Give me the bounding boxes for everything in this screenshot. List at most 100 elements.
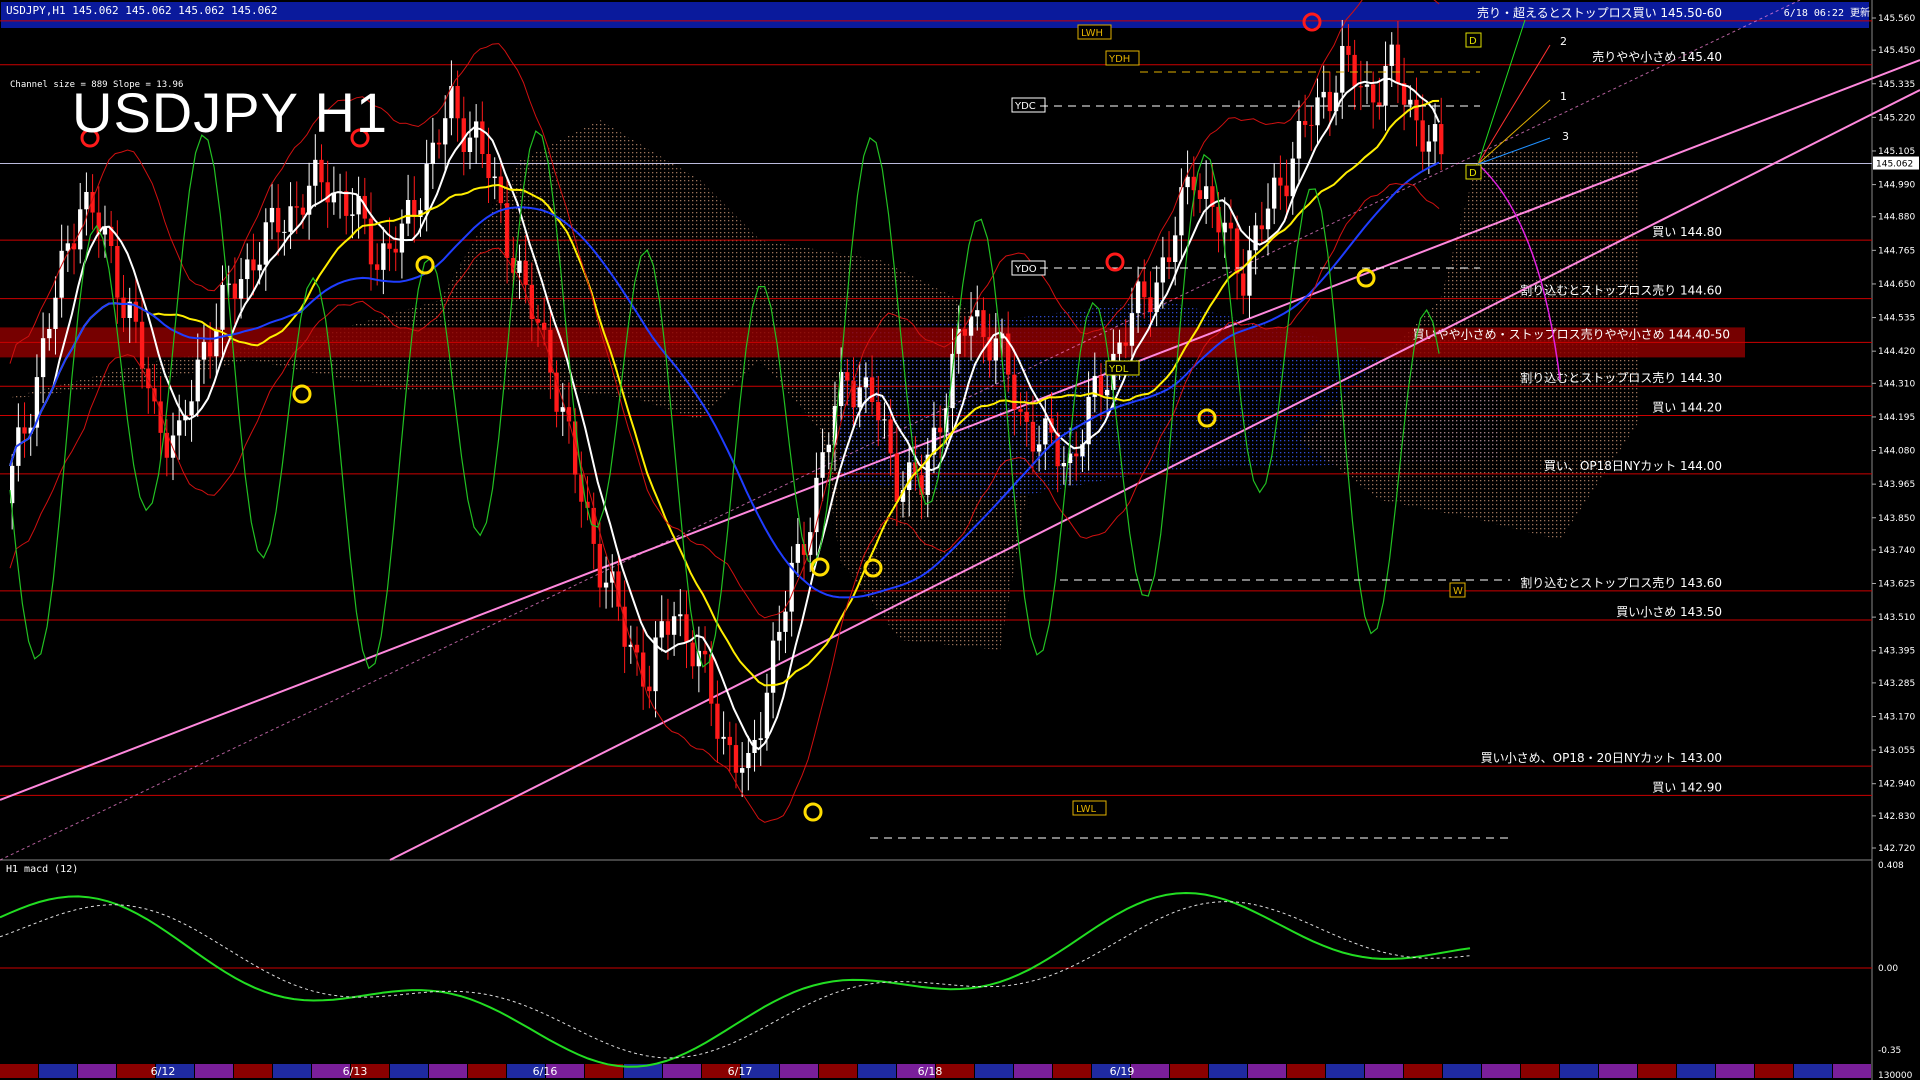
candle-bear bbox=[1234, 228, 1240, 274]
macd-tick-label: -0.35 bbox=[1878, 1046, 1901, 1056]
candle-bear bbox=[1395, 44, 1401, 84]
date-strip-segment bbox=[819, 1064, 857, 1078]
y-tick-label: 144.765 bbox=[1878, 246, 1915, 256]
y-tick-label: 145.560 bbox=[1878, 14, 1915, 24]
candle-bear bbox=[319, 159, 324, 183]
candle-bull bbox=[1296, 121, 1302, 159]
candle-bull bbox=[820, 452, 825, 478]
candle-bull bbox=[430, 142, 436, 165]
candle-bull bbox=[53, 297, 58, 329]
candle-bull bbox=[857, 387, 862, 408]
candle-bull bbox=[882, 419, 887, 421]
candle-bull bbox=[1203, 186, 1209, 199]
y-tick-label: 144.650 bbox=[1878, 280, 1915, 290]
candle-bear bbox=[1420, 120, 1425, 152]
candle-bear bbox=[486, 154, 491, 179]
candle-bear bbox=[1346, 45, 1351, 55]
candle-bear bbox=[523, 260, 528, 285]
candle-bear bbox=[981, 310, 986, 338]
candle-bear bbox=[579, 474, 584, 502]
date-strip-segment bbox=[1560, 1064, 1598, 1078]
date-strip-segment bbox=[468, 1064, 506, 1078]
candle-bull bbox=[443, 118, 448, 145]
candle-bear bbox=[1278, 177, 1283, 186]
candle-bull bbox=[560, 407, 565, 412]
candle-bear bbox=[888, 419, 893, 454]
candle-bear bbox=[1024, 411, 1029, 422]
price-chart[interactable]: 145.560 145.450 145.335 145.220 145.105 144.9… bbox=[0, 0, 1920, 1080]
reference-tag-label: D bbox=[1469, 168, 1477, 179]
candle-bear bbox=[1074, 453, 1079, 457]
candle-bear bbox=[412, 199, 417, 218]
candle-bull bbox=[783, 611, 788, 632]
candle-bull bbox=[214, 329, 219, 357]
candle-bear bbox=[1166, 257, 1172, 263]
candle-bear bbox=[1123, 342, 1128, 346]
candle-bull bbox=[1340, 45, 1345, 93]
date-strip-segment bbox=[975, 1064, 1013, 1078]
candle-bear bbox=[1309, 124, 1314, 126]
y-tick-label: 145.450 bbox=[1878, 46, 1915, 56]
candle-bull bbox=[968, 316, 974, 336]
candle-bear bbox=[251, 259, 256, 271]
y-tick-label: 143.285 bbox=[1878, 679, 1915, 689]
candle-bull bbox=[381, 243, 386, 270]
date-strip-segment bbox=[390, 1064, 428, 1078]
y-tick-label: 144.195 bbox=[1878, 413, 1915, 423]
x-date-label: 6/17 bbox=[728, 1065, 753, 1078]
candle-bull bbox=[201, 341, 207, 360]
candle-bull bbox=[189, 401, 194, 416]
reference-tag-label: LWH bbox=[1081, 28, 1103, 39]
candle-bull bbox=[238, 279, 244, 299]
candle-bear bbox=[1352, 54, 1357, 87]
macd-tick-label: 130000 bbox=[1878, 1071, 1913, 1080]
candle-bear bbox=[344, 191, 349, 216]
date-strip-segment bbox=[1521, 1064, 1559, 1078]
candle-bull bbox=[1135, 281, 1141, 314]
candle-bear bbox=[232, 283, 238, 299]
candle-bull bbox=[907, 462, 912, 490]
x-date-label: 6/19 bbox=[1110, 1065, 1135, 1078]
level-label: 割り込むとストップロス売り 143.60 bbox=[1520, 575, 1722, 590]
date-strip-segment bbox=[1638, 1064, 1676, 1078]
y-tick-label: 144.990 bbox=[1878, 181, 1915, 191]
candle-bull bbox=[492, 176, 497, 179]
level-label: 割り込むとストップロス売り 144.60 bbox=[1520, 283, 1722, 298]
candle-bull bbox=[1321, 91, 1326, 98]
candle-bull bbox=[177, 420, 182, 436]
candle-bear bbox=[937, 427, 943, 433]
candle-bear bbox=[1439, 124, 1444, 155]
date-strip-segment bbox=[1170, 1064, 1208, 1078]
level-label: 買い小さめ、OP18・20日NYカット 143.00 bbox=[1481, 751, 1722, 765]
date-strip-segment bbox=[1755, 1064, 1793, 1078]
candle-bear bbox=[1377, 102, 1382, 106]
y-tick-label: 142.830 bbox=[1878, 812, 1915, 822]
candle-bear bbox=[1098, 375, 1104, 396]
x-date-label: 6/13 bbox=[343, 1065, 368, 1078]
x-date-label: 6/18 bbox=[918, 1065, 943, 1078]
candle-bull bbox=[826, 444, 831, 453]
date-strip-segment bbox=[1833, 1064, 1871, 1078]
candle-bull bbox=[405, 199, 411, 224]
candle-bear bbox=[276, 207, 281, 233]
candle-bear bbox=[294, 206, 299, 208]
level-label: 割り込むとストップロス売り 144.30 bbox=[1520, 370, 1722, 385]
y-tick-label: 144.880 bbox=[1878, 213, 1915, 223]
candle-bull bbox=[1247, 250, 1252, 296]
candle-bull bbox=[195, 359, 200, 402]
candle-bear bbox=[300, 207, 306, 215]
level-label: 買い 142.90 bbox=[1652, 780, 1722, 794]
candle-bull bbox=[84, 191, 89, 210]
y-tick-label: 144.535 bbox=[1878, 314, 1915, 324]
macd-tick-label: 0.408 bbox=[1878, 861, 1904, 871]
candle-bull bbox=[603, 582, 609, 588]
candle-bull bbox=[795, 543, 801, 563]
y-tick-label: 143.740 bbox=[1878, 546, 1915, 556]
candle-bear bbox=[387, 243, 392, 249]
date-strip-segment bbox=[1326, 1064, 1364, 1078]
x-date-label: 6/12 bbox=[151, 1065, 176, 1078]
candle-bear bbox=[1241, 273, 1246, 296]
candle-bull bbox=[467, 137, 473, 153]
level-label: 買い小さめ 143.50 bbox=[1616, 605, 1722, 619]
date-strip-segment bbox=[1482, 1064, 1520, 1078]
